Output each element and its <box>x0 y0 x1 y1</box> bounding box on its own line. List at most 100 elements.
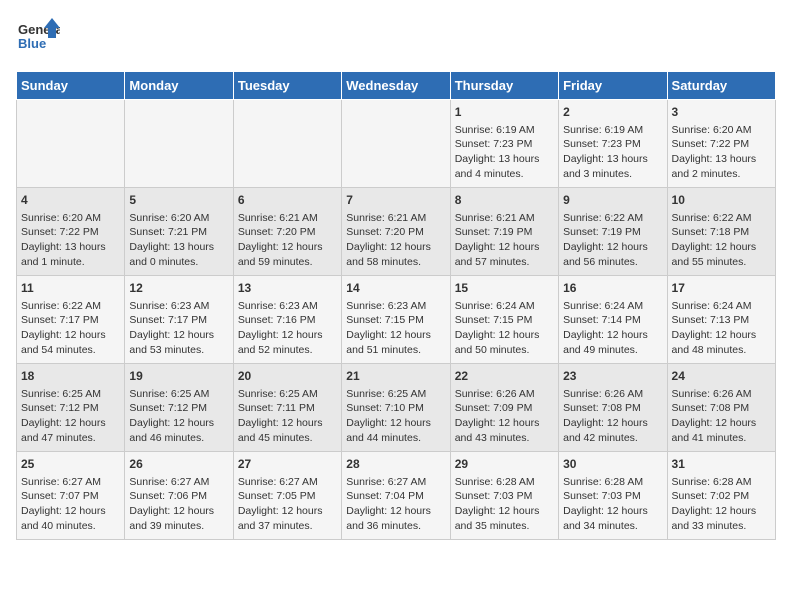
day-number: 5 <box>129 192 228 209</box>
calendar-cell: 11Sunrise: 6:22 AMSunset: 7:17 PMDayligh… <box>17 276 125 364</box>
calendar-cell <box>233 100 341 188</box>
day-info-line: and 50 minutes. <box>455 343 554 358</box>
day-number: 22 <box>455 368 554 385</box>
day-info-line: Sunrise: 6:24 AM <box>672 299 771 314</box>
day-info-line: Sunrise: 6:23 AM <box>346 299 445 314</box>
day-info-line: Sunset: 7:09 PM <box>455 401 554 416</box>
day-info-line: and 34 minutes. <box>563 519 662 534</box>
calendar-cell: 22Sunrise: 6:26 AMSunset: 7:09 PMDayligh… <box>450 364 558 452</box>
day-header-saturday: Saturday <box>667 72 775 100</box>
day-number: 25 <box>21 456 120 473</box>
day-info-line: Sunrise: 6:23 AM <box>129 299 228 314</box>
day-info-line: Sunset: 7:17 PM <box>21 313 120 328</box>
day-info-line: and 47 minutes. <box>21 431 120 446</box>
day-info-line: Sunrise: 6:23 AM <box>238 299 337 314</box>
day-number: 12 <box>129 280 228 297</box>
calendar-cell: 16Sunrise: 6:24 AMSunset: 7:14 PMDayligh… <box>559 276 667 364</box>
day-number: 9 <box>563 192 662 209</box>
day-info-line: and 41 minutes. <box>672 431 771 446</box>
calendar-cell: 6Sunrise: 6:21 AMSunset: 7:20 PMDaylight… <box>233 188 341 276</box>
calendar-cell: 20Sunrise: 6:25 AMSunset: 7:11 PMDayligh… <box>233 364 341 452</box>
day-info-line: Sunset: 7:22 PM <box>21 225 120 240</box>
day-info-line: Daylight: 12 hours <box>346 240 445 255</box>
calendar-cell: 15Sunrise: 6:24 AMSunset: 7:15 PMDayligh… <box>450 276 558 364</box>
day-number: 21 <box>346 368 445 385</box>
day-info-line: and 36 minutes. <box>346 519 445 534</box>
day-number: 1 <box>455 104 554 121</box>
day-info-line: and 43 minutes. <box>455 431 554 446</box>
day-info-line: and 39 minutes. <box>129 519 228 534</box>
day-info-line: Sunset: 7:03 PM <box>455 489 554 504</box>
day-info-line: Sunset: 7:23 PM <box>563 137 662 152</box>
day-info-line: Sunset: 7:06 PM <box>129 489 228 504</box>
day-number: 15 <box>455 280 554 297</box>
day-info-line: Daylight: 12 hours <box>238 240 337 255</box>
day-info-line: Sunrise: 6:19 AM <box>455 123 554 138</box>
day-info-line: Daylight: 12 hours <box>563 240 662 255</box>
day-info-line: Daylight: 12 hours <box>346 328 445 343</box>
day-number: 17 <box>672 280 771 297</box>
calendar-cell: 27Sunrise: 6:27 AMSunset: 7:05 PMDayligh… <box>233 452 341 540</box>
calendar-cell: 2Sunrise: 6:19 AMSunset: 7:23 PMDaylight… <box>559 100 667 188</box>
calendar-cell: 30Sunrise: 6:28 AMSunset: 7:03 PMDayligh… <box>559 452 667 540</box>
calendar-cell: 17Sunrise: 6:24 AMSunset: 7:13 PMDayligh… <box>667 276 775 364</box>
week-row-2: 4Sunrise: 6:20 AMSunset: 7:22 PMDaylight… <box>17 188 776 276</box>
day-info-line: Sunrise: 6:22 AM <box>672 211 771 226</box>
day-info-line: Sunset: 7:12 PM <box>21 401 120 416</box>
day-info-line: Sunset: 7:05 PM <box>238 489 337 504</box>
day-info-line: Sunset: 7:03 PM <box>563 489 662 504</box>
day-info-line: and 58 minutes. <box>346 255 445 270</box>
calendar-cell: 1Sunrise: 6:19 AMSunset: 7:23 PMDaylight… <box>450 100 558 188</box>
day-info-line: Sunrise: 6:24 AM <box>563 299 662 314</box>
calendar-cell: 19Sunrise: 6:25 AMSunset: 7:12 PMDayligh… <box>125 364 233 452</box>
svg-text:Blue: Blue <box>18 36 46 51</box>
day-info-line: Daylight: 12 hours <box>672 240 771 255</box>
day-info-line: and 33 minutes. <box>672 519 771 534</box>
day-info-line: and 42 minutes. <box>563 431 662 446</box>
day-header-thursday: Thursday <box>450 72 558 100</box>
day-info-line: Sunrise: 6:25 AM <box>21 387 120 402</box>
day-info-line: Sunset: 7:19 PM <box>455 225 554 240</box>
day-info-line: Daylight: 12 hours <box>455 240 554 255</box>
day-info-line: Daylight: 12 hours <box>563 416 662 431</box>
logo-container: General Blue <box>16 16 60 65</box>
day-info-line: Daylight: 12 hours <box>672 328 771 343</box>
day-info-line: Sunset: 7:22 PM <box>672 137 771 152</box>
day-info-line: Sunset: 7:21 PM <box>129 225 228 240</box>
day-info-line: Sunset: 7:19 PM <box>563 225 662 240</box>
week-row-4: 18Sunrise: 6:25 AMSunset: 7:12 PMDayligh… <box>17 364 776 452</box>
day-info-line: Sunrise: 6:27 AM <box>238 475 337 490</box>
day-number: 16 <box>563 280 662 297</box>
calendar-cell: 28Sunrise: 6:27 AMSunset: 7:04 PMDayligh… <box>342 452 450 540</box>
day-info-line: and 46 minutes. <box>129 431 228 446</box>
calendar-cell: 18Sunrise: 6:25 AMSunset: 7:12 PMDayligh… <box>17 364 125 452</box>
day-info-line: Sunrise: 6:27 AM <box>21 475 120 490</box>
day-info-line: Sunset: 7:02 PM <box>672 489 771 504</box>
calendar-cell: 23Sunrise: 6:26 AMSunset: 7:08 PMDayligh… <box>559 364 667 452</box>
day-info-line: and 37 minutes. <box>238 519 337 534</box>
calendar-cell <box>342 100 450 188</box>
day-info-line: and 49 minutes. <box>563 343 662 358</box>
calendar-cell: 31Sunrise: 6:28 AMSunset: 7:02 PMDayligh… <box>667 452 775 540</box>
day-info-line: Sunrise: 6:21 AM <box>346 211 445 226</box>
day-number: 10 <box>672 192 771 209</box>
week-row-5: 25Sunrise: 6:27 AMSunset: 7:07 PMDayligh… <box>17 452 776 540</box>
day-info-line: Sunrise: 6:27 AM <box>129 475 228 490</box>
day-info-line: Daylight: 12 hours <box>129 328 228 343</box>
day-info-line: Sunrise: 6:22 AM <box>21 299 120 314</box>
day-info-line: Daylight: 12 hours <box>455 416 554 431</box>
day-info-line: Daylight: 12 hours <box>238 504 337 519</box>
day-info-line: Daylight: 12 hours <box>563 328 662 343</box>
day-number: 11 <box>21 280 120 297</box>
day-info-line: Sunrise: 6:28 AM <box>563 475 662 490</box>
day-info-line: Sunrise: 6:26 AM <box>563 387 662 402</box>
day-number: 4 <box>21 192 120 209</box>
day-info-line: Sunrise: 6:20 AM <box>672 123 771 138</box>
day-info-line: and 57 minutes. <box>455 255 554 270</box>
logo: General Blue <box>16 16 60 65</box>
day-info-line: Daylight: 12 hours <box>455 504 554 519</box>
day-info-line: and 53 minutes. <box>129 343 228 358</box>
day-number: 28 <box>346 456 445 473</box>
day-info-line: Sunset: 7:08 PM <box>672 401 771 416</box>
day-info-line: Daylight: 12 hours <box>129 504 228 519</box>
